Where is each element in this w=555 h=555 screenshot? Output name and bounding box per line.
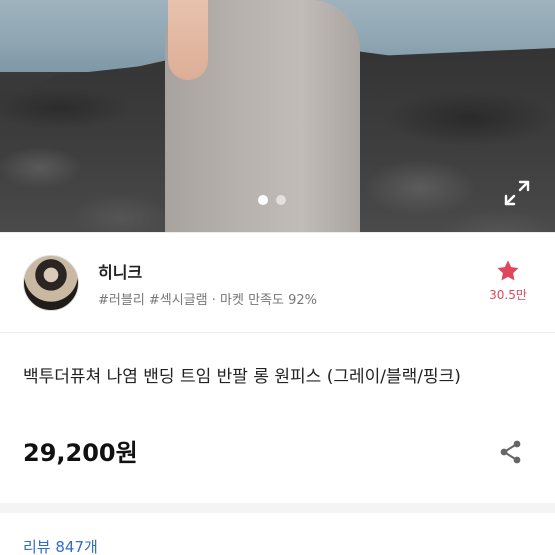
photo-arm <box>168 0 208 80</box>
section-divider <box>0 503 555 513</box>
star-icon[interactable] <box>495 258 521 284</box>
seller-name[interactable]: 히니크 <box>98 259 142 283</box>
seller-tags: #러블리 #섹시글램 · 마켓 만족도 92% <box>98 293 317 308</box>
divider <box>0 332 555 333</box>
divider <box>0 232 555 233</box>
gallery-dot-active[interactable] <box>258 195 268 205</box>
seller-avatar[interactable] <box>23 255 79 311</box>
favorite-count: 30.5만 <box>489 288 527 302</box>
share-icon[interactable] <box>496 437 526 467</box>
product-image[interactable] <box>0 0 555 232</box>
expand-icon[interactable] <box>500 176 534 210</box>
favorite-button[interactable]: 30.5만 <box>480 258 536 303</box>
gallery-dot[interactable] <box>276 195 286 205</box>
product-title: 백투더퓨쳐 나염 밴딩 트임 반팔 롱 원피스 (그레이/블랙/핑크) <box>23 367 461 387</box>
product-price: 29,200원 <box>23 439 138 467</box>
reviews-link[interactable]: 리뷰 847개 <box>23 536 98 555</box>
gallery-pagination <box>258 195 286 205</box>
